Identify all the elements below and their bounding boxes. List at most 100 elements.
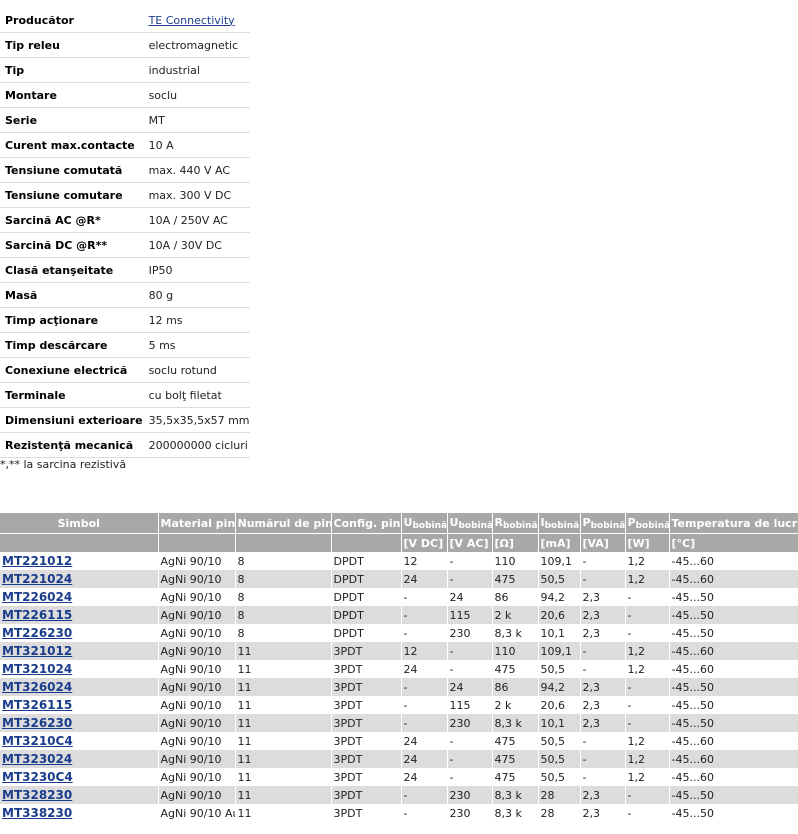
- table-cell: -45...50: [669, 786, 798, 804]
- symbol-cell: MT226230: [0, 624, 159, 642]
- product-link[interactable]: MT338230: [2, 806, 72, 820]
- product-link[interactable]: MT221024: [2, 572, 72, 586]
- spec-row: Tensiune comutată max. 440 V AC: [0, 157, 250, 183]
- table-row: MT321024 AgNi 90/10 11 3PDT 24-475 50,5-1,2 -4…: [0, 660, 798, 678]
- table-cell: -: [447, 570, 493, 588]
- symbol-cell: MT321024: [0, 660, 159, 678]
- unit-cell: [0, 533, 159, 552]
- unit-cell: [Ω]: [492, 533, 539, 552]
- table-cell: AgNi 90/10: [158, 714, 236, 732]
- manufacturer-link[interactable]: TE Connectivity: [149, 14, 235, 27]
- col-header-p-w: Pbobină: [625, 513, 670, 534]
- unit-cell: [331, 533, 402, 552]
- symbol-cell: MT326024: [0, 678, 159, 696]
- table-cell: 2,3: [580, 804, 626, 822]
- table-cell: AgNi 90/10: [158, 750, 236, 768]
- table-cell: -45...50: [669, 696, 798, 714]
- table-cell: 12: [401, 642, 448, 660]
- product-link[interactable]: MT221012: [2, 554, 72, 568]
- table-row: MT328230 AgNi 90/10 11 3PDT -230 8,3 k 28 2,3- -…: [0, 786, 798, 804]
- table-cell: 8: [235, 588, 332, 606]
- product-link[interactable]: MT326115: [2, 698, 72, 712]
- spec-label: Producător: [0, 8, 143, 33]
- table-cell: 8: [235, 624, 332, 642]
- table-cell: 1,2: [625, 660, 670, 678]
- product-link[interactable]: MT3210C4: [2, 734, 73, 748]
- table-row: MT323024 AgNi 90/10 11 3PDT 24-475 50,5-1,2 -4…: [0, 750, 798, 768]
- table-row: MT338230 AgNi 90/10 Au 11 3PDT -230 8,3 k 28 2,…: [0, 804, 798, 822]
- spec-row: Serie MT: [0, 107, 250, 133]
- spec-row: Sarcină AC @R* 10A / 250V AC: [0, 207, 250, 233]
- table-cell: 2,3: [580, 606, 626, 624]
- table-cell: 8,3 k: [492, 804, 539, 822]
- table-cell: -: [401, 606, 448, 624]
- units-row: [V DC] [V AC] [Ω] [mA] [VA] [W] [°C]: [0, 533, 798, 552]
- spec-label: Timp descărcare: [0, 332, 143, 358]
- table-row: MT321012 AgNi 90/10 11 3PDT 12-110 109,1-1,2-…: [0, 642, 798, 660]
- col-header-u-dc: Ubobină: [401, 513, 448, 534]
- table-cell: 3PDT: [331, 714, 402, 732]
- table-row: MT221024 AgNi 90/10 8 DPDT 24-475 50,5-1,2 -45…: [0, 570, 798, 588]
- spec-value: max. 300 V DC: [142, 182, 250, 208]
- table-cell: -45...60: [669, 570, 798, 588]
- table-cell: DPDT: [331, 606, 402, 624]
- product-link[interactable]: MT226230: [2, 626, 72, 640]
- table-cell: -: [625, 786, 670, 804]
- table-cell: 24: [401, 750, 448, 768]
- table-cell: -: [625, 678, 670, 696]
- table-cell: -: [401, 804, 448, 822]
- table-cell: -: [447, 660, 493, 678]
- table-cell: 11: [235, 732, 332, 750]
- spec-row: Tensiune comutare max. 300 V DC: [0, 182, 250, 208]
- product-link[interactable]: MT326024: [2, 680, 72, 694]
- product-link[interactable]: MT226024: [2, 590, 72, 604]
- col-header-pins: Numărul de pini: [235, 513, 332, 534]
- spec-value: 10A / 250V AC: [142, 207, 250, 233]
- table-cell: 50,5: [538, 660, 581, 678]
- table-cell: 3PDT: [331, 696, 402, 714]
- unit-cell: [mA]: [538, 533, 581, 552]
- product-link[interactable]: MT321012: [2, 644, 72, 658]
- symbol-cell: MT338230: [0, 804, 159, 822]
- table-cell: 110: [492, 552, 539, 570]
- table-cell: 2,3: [580, 696, 626, 714]
- table-cell: 8: [235, 606, 332, 624]
- table-cell: 475: [492, 768, 539, 786]
- table-cell: DPDT: [331, 552, 402, 570]
- product-link[interactable]: MT321024: [2, 662, 72, 676]
- table-cell: AgNi 90/10: [158, 696, 236, 714]
- table-cell: -: [447, 732, 493, 750]
- table-cell: 230: [447, 804, 493, 822]
- table-cell: 8,3 k: [492, 714, 539, 732]
- product-link[interactable]: MT226115: [2, 608, 72, 622]
- table-cell: 86: [492, 678, 539, 696]
- table-row: MT226115 AgNi 90/10 8 DPDT -115 2 k 20,6 2,3- -4…: [0, 606, 798, 624]
- col-header-p-va: Pbobină: [580, 513, 626, 534]
- table-cell: -: [401, 678, 448, 696]
- table-cell: -45...50: [669, 606, 798, 624]
- symbol-cell: MT328230: [0, 786, 159, 804]
- product-link[interactable]: MT323024: [2, 752, 72, 766]
- table-cell: 11: [235, 696, 332, 714]
- table-cell: -: [447, 750, 493, 768]
- table-cell: -45...50: [669, 804, 798, 822]
- table-cell: 1,2: [625, 552, 670, 570]
- symbol-cell: MT226115: [0, 606, 159, 624]
- table-cell: 11: [235, 660, 332, 678]
- table-row: MT326115 AgNi 90/10 11 3PDT -115 2 k 20,6 2,3- -…: [0, 696, 798, 714]
- spec-row: Curent max.contacte 10 A: [0, 132, 250, 158]
- product-link[interactable]: MT328230: [2, 788, 72, 802]
- table-cell: AgNi 90/10: [158, 570, 236, 588]
- table-cell: AgNi 90/10 Au: [158, 804, 236, 822]
- table-cell: 11: [235, 768, 332, 786]
- table-cell: -45...60: [669, 768, 798, 786]
- unit-cell: [VA]: [580, 533, 626, 552]
- unit-cell: [V AC]: [447, 533, 493, 552]
- spec-value: electromagnetic: [142, 32, 250, 58]
- table-cell: AgNi 90/10: [158, 732, 236, 750]
- table-cell: 1,2: [625, 570, 670, 588]
- product-link[interactable]: MT3230C4: [2, 770, 73, 784]
- table-cell: -: [625, 606, 670, 624]
- table-cell: 2,3: [580, 786, 626, 804]
- product-link[interactable]: MT326230: [2, 716, 72, 730]
